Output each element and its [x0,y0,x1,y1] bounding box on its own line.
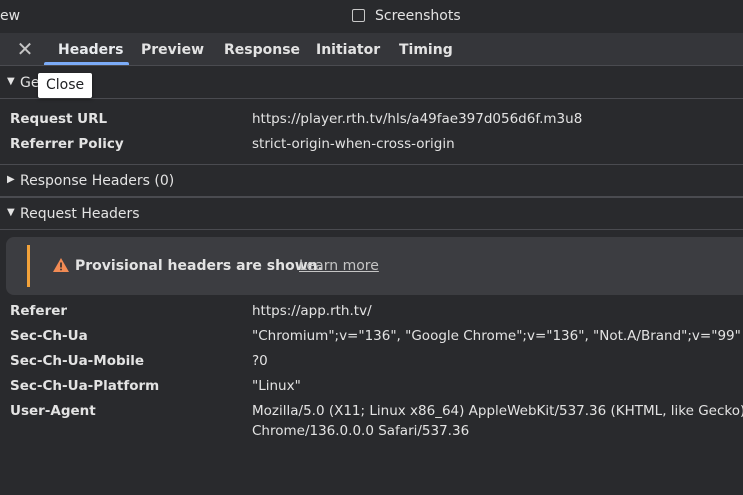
close-icon[interactable]: ✕ [14,38,36,60]
response-headers-section-header[interactable]: ▶ Response Headers (0) [0,166,743,197]
header-name: Referer [10,303,68,319]
header-name: User-Agent [10,403,96,419]
request-headers-section-header[interactable]: ▼ Request Headers [0,199,743,230]
screenshots-label[interactable]: Screenshots [375,8,461,24]
header-name: Sec-Ch-Ua-Platform [10,378,160,394]
header-name: Referrer Policy [10,136,124,152]
warning-icon [53,258,69,272]
general-title: Ge [20,75,40,91]
header-name: Sec-Ch-Ua [10,328,88,344]
screenshots-checkbox[interactable] [352,9,365,22]
active-tab-indicator [44,62,129,65]
tab-response[interactable]: Response [224,42,300,58]
header-value[interactable]: https://player.rth.tv/hls/a49fae397d056d… [252,111,582,127]
expand-triangle-icon: ▼ [7,207,15,218]
tab-bar: ✕ Headers Preview Response Initiator Tim… [0,33,743,66]
request-header-row: User-Agent Mozilla/5.0 (X11; Linux x86_6… [0,403,743,445]
general-row: Request URL https://player.rth.tv/hls/a4… [0,111,743,133]
header-name: Request URL [10,111,108,127]
collapse-triangle-icon: ▶ [7,174,15,185]
learn-more-link[interactable]: Learn more [299,258,379,274]
header-value[interactable]: "Linux" [252,378,301,394]
request-headers-title: Request Headers [20,206,140,222]
header-value[interactable]: strict-origin-when-cross-origin [252,136,455,152]
request-header-row: Sec-Ch-Ua "Chromium";v="136", "Google Ch… [0,328,743,350]
header-value[interactable]: Mozilla/5.0 (X11; Linux x86_64) AppleWeb… [252,403,743,419]
tab-initiator[interactable]: Initiator [316,42,380,58]
tab-headers[interactable]: Headers [58,42,123,58]
preview-label: ew [0,8,21,24]
divider [0,197,743,198]
header-value-continued[interactable]: Chrome/136.0.0.0 Safari/537.36 [252,423,469,439]
request-header-row: Sec-Ch-Ua-Mobile ?0 [0,353,743,375]
toolbar: ew Screenshots [0,0,743,33]
request-header-row: Sec-Ch-Ua-Platform "Linux" [0,378,743,400]
general-section-header[interactable]: ▼ Ge [0,68,743,99]
request-header-row: Referer https://app.rth.tv/ [0,303,743,325]
tab-preview[interactable]: Preview [141,42,204,58]
warning-message: Provisional headers are shown. [75,258,323,274]
header-value[interactable]: ?0 [252,353,268,369]
provisional-headers-warning: Provisional headers are shown. Learn mor… [6,237,743,295]
header-name: Sec-Ch-Ua-Mobile [10,353,145,369]
header-value[interactable]: "Chromium";v="136", "Google Chrome";v="1… [252,328,741,344]
response-headers-title: Response Headers (0) [20,173,175,189]
header-value[interactable]: https://app.rth.tv/ [252,303,372,319]
expand-triangle-icon: ▼ [7,76,15,87]
general-row: Referrer Policy strict-origin-when-cross… [0,136,743,158]
tab-timing[interactable]: Timing [399,42,453,58]
warning-bar [27,245,30,287]
divider [0,164,743,165]
close-tooltip: Close [38,73,93,98]
